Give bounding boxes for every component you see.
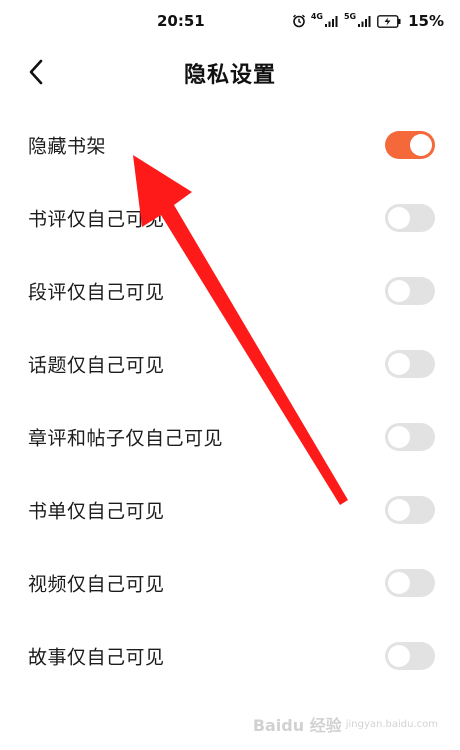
toggle-switch[interactable] [385, 495, 435, 524]
toggle-knob [388, 279, 410, 302]
toggle-switch[interactable] [385, 130, 435, 159]
toggle-knob [388, 206, 410, 229]
toggle-knob [388, 352, 410, 375]
setting-label: 视频仅自己可见 [28, 573, 165, 595]
toggle-switch[interactable] [385, 568, 435, 597]
setting-row-book-review-private: 书评仅自己可见 [0, 181, 460, 254]
setting-label: 话题仅自己可见 [28, 354, 165, 376]
toggle-knob [388, 571, 410, 594]
setting-label: 章评和帖子仅自己可见 [28, 427, 224, 449]
battery-percent: 15% [408, 12, 444, 30]
toggle-switch[interactable] [385, 422, 435, 451]
toggle-knob [388, 644, 410, 667]
toggle-switch[interactable] [385, 203, 435, 232]
watermark: Baidu 经验 jingyan.baidu.com [253, 712, 438, 736]
header: 隐私设置 [0, 44, 460, 100]
toggle-knob [410, 133, 432, 156]
watermark-sub: jingyan.baidu.com [345, 718, 438, 730]
page-title: 隐私设置 [183, 63, 276, 88]
setting-row-hide-bookshelf: 隐藏书架 [0, 108, 460, 181]
setting-row-paragraph-review-private: 段评仅自己可见 [0, 254, 460, 327]
setting-label: 书评仅自己可见 [28, 208, 165, 230]
battery-icon [377, 14, 401, 28]
network-4g-label: 4G [310, 11, 323, 21]
toggle-knob [388, 498, 410, 521]
status-bar: 20:51 4G 5G 15% [0, 0, 460, 44]
alarm-icon [292, 14, 306, 28]
setting-label: 隐藏书架 [28, 135, 107, 157]
setting-row-booklist-private: 书单仅自己可见 [0, 473, 460, 546]
setting-label: 书单仅自己可见 [28, 500, 165, 522]
watermark-text: Baidu 经验 [252, 716, 342, 735]
setting-row-topic-private: 话题仅自己可见 [0, 327, 460, 400]
setting-row-video-private: 视频仅自己可见 [0, 546, 460, 619]
signal-icon-2 [358, 15, 372, 27]
network-5g-label: 5G [343, 11, 357, 21]
screen: 20:51 4G 5G 15% 隐私设置 隐藏书架 书评仅自己可见 段评仅自己可… [0, 0, 460, 750]
toggle-knob [388, 425, 410, 448]
settings-list: 隐藏书架 书评仅自己可见 段评仅自己可见 话题仅自己可见 章评和帖子仅自己可见 … [0, 108, 460, 692]
status-icons: 4G 5G 15% [292, 12, 444, 30]
signal-icon-1 [324, 15, 339, 27]
status-time: 20:51 [157, 12, 205, 30]
setting-label: 段评仅自己可见 [28, 281, 165, 303]
toggle-switch[interactable] [385, 349, 435, 378]
setting-row-story-private: 故事仅自己可见 [0, 619, 460, 692]
setting-label: 故事仅自己可见 [28, 646, 165, 668]
setting-row-chapter-review-posts-private: 章评和帖子仅自己可见 [0, 400, 460, 473]
toggle-switch[interactable] [385, 641, 435, 670]
toggle-switch[interactable] [385, 276, 435, 305]
